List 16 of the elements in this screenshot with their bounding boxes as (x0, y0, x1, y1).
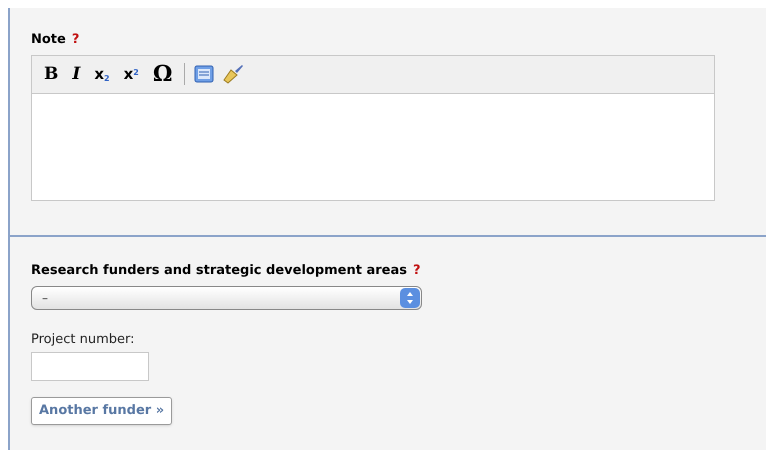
format-button[interactable]: B (38, 66, 64, 82)
format-button[interactable]: Ω (146, 63, 178, 85)
project-number-label: Project number: (31, 331, 134, 349)
format-button[interactable]: I (66, 66, 86, 82)
help-mark[interactable]: ? (413, 260, 421, 280)
list-box-icon[interactable] (194, 65, 214, 83)
funder-select[interactable]: – (31, 286, 422, 310)
brush-icon[interactable] (222, 64, 244, 84)
help-mark[interactable]: ? (72, 30, 80, 50)
format-button[interactable]: x$^{2}$ (118, 66, 145, 82)
field-label: Note (31, 31, 66, 49)
format-button[interactable]: x$_{2}$ (88, 66, 116, 82)
project-number-field[interactable] (31, 352, 149, 380)
dropdown-arrows-icon (400, 288, 420, 308)
field-label: Research funders and strategic development areas (31, 262, 408, 280)
another-funder-button[interactable]: Another funder » (31, 396, 172, 424)
